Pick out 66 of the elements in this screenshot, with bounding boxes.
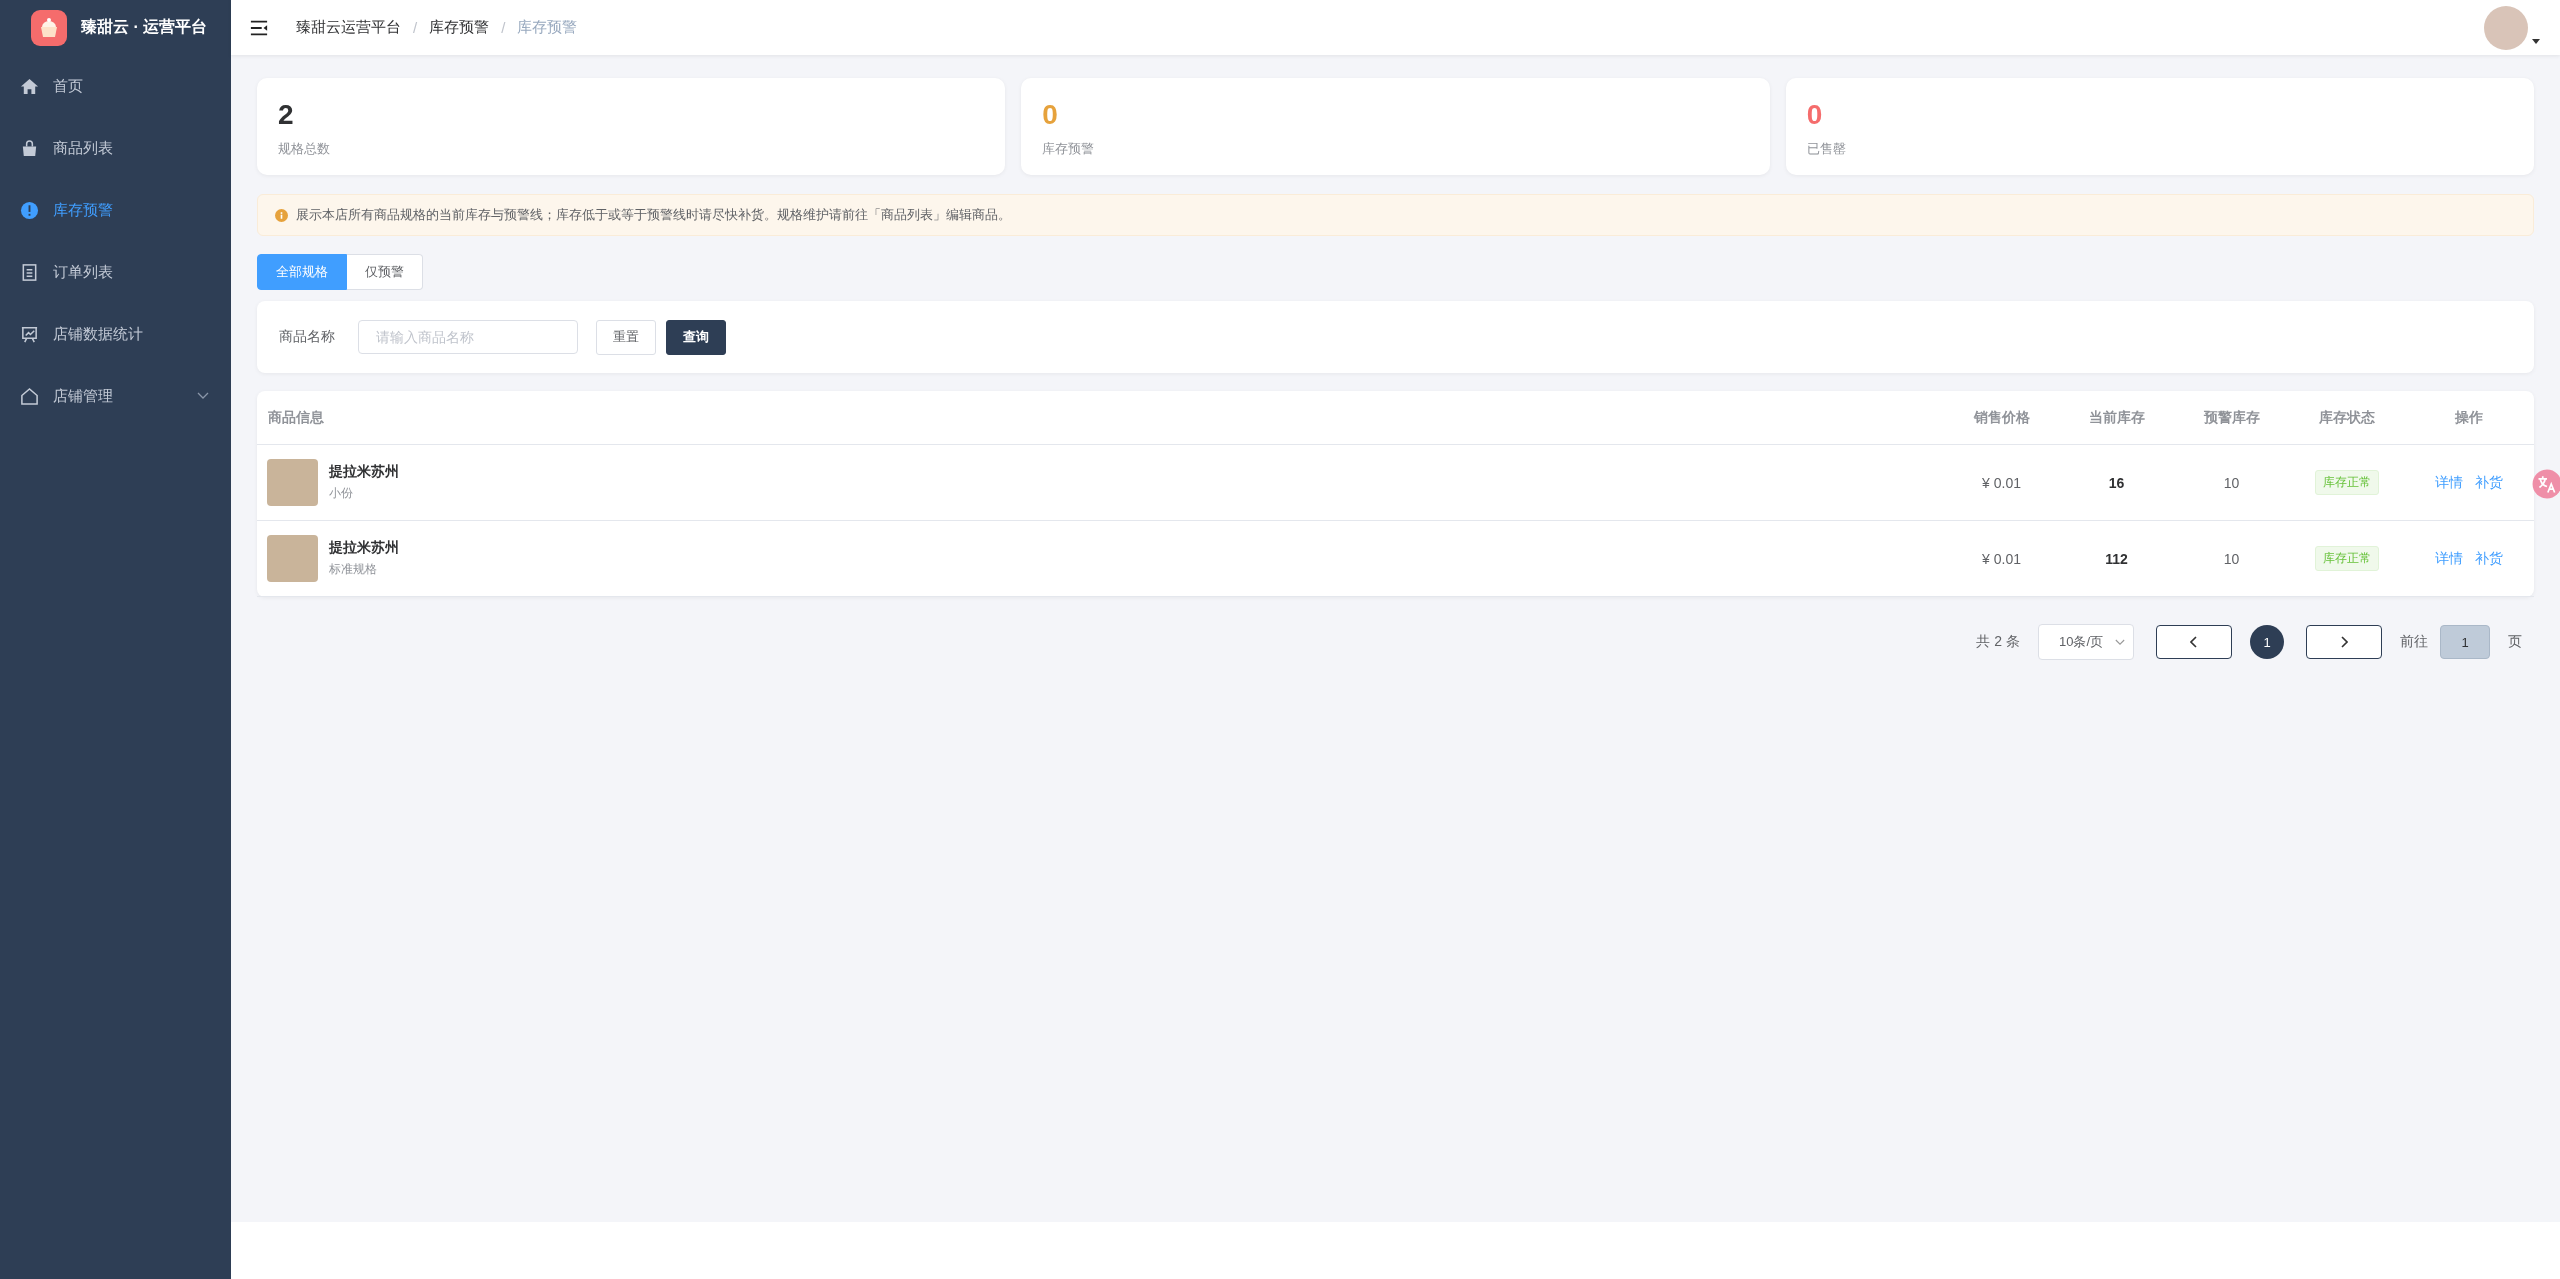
filter-tab[interactable]: 仅预警 xyxy=(347,254,423,290)
previous-page-button[interactable] xyxy=(2156,625,2232,659)
brand-name: 臻甜云 · 运营平台 xyxy=(81,17,208,37)
goto-label: 前往 xyxy=(2400,633,2428,651)
warning-stock-cell: 10 xyxy=(2223,474,2240,491)
total-count: 共 2 条 xyxy=(1976,633,2020,651)
sidebar-item[interactable]: 商品列表 xyxy=(0,117,231,179)
stat-value: 2 xyxy=(278,98,295,132)
sidebar-item[interactable]: 订单列表 xyxy=(0,241,231,303)
sidebar-item[interactable]: 店铺管理 xyxy=(0,365,231,427)
column-header: 库存状态 xyxy=(2317,408,2376,427)
stat-value: 0 xyxy=(1042,98,1059,132)
notice-text: 展示本店所有商品规格的当前库存与预警线；库存低于或等于预警线时请尽快补货。规格维护请前往「商品列表」编辑商品。 xyxy=(296,206,1011,224)
menu-fold-icon[interactable] xyxy=(250,19,268,36)
column-header: 当前库存 xyxy=(2087,408,2146,427)
reset-button[interactable]: 重置 xyxy=(596,319,656,355)
cake-logo-icon xyxy=(31,9,67,46)
caret-icon xyxy=(2532,38,2540,44)
page-input[interactable]: 1 xyxy=(2440,625,2490,659)
product-spec: 标准规格 xyxy=(329,561,378,578)
stat-value: 0 xyxy=(1806,98,1824,132)
status-tag: 库存正常 xyxy=(2314,546,2379,571)
product-name: 提拉米苏州 xyxy=(329,463,399,481)
stat-label: 规格总数 xyxy=(278,140,331,158)
breadcrumb-separator: / xyxy=(413,19,418,36)
column-header: 商品信息 xyxy=(267,408,325,427)
warning-stock-cell: 10 xyxy=(2223,550,2240,567)
document-icon xyxy=(20,262,39,282)
home-icon xyxy=(20,76,39,96)
breadcrumb-separator: / xyxy=(501,19,506,36)
stat-label: 已售罄 xyxy=(1806,140,1847,158)
column-header: 操作 xyxy=(2454,408,2484,427)
sidebar-item[interactable]: 首页 xyxy=(0,55,231,117)
exclamation-icon xyxy=(20,200,39,220)
search-field[interactable]: 请输入商品名称 xyxy=(358,320,578,354)
info-icon xyxy=(275,208,288,222)
stat-label: 库存预警 xyxy=(1042,140,1096,158)
status-tag: 库存正常 xyxy=(2314,470,2379,495)
page-size-select[interactable]: 10条/页 xyxy=(2037,624,2134,660)
next-page-button[interactable] xyxy=(2306,625,2382,659)
product-spec: 小份 xyxy=(329,485,354,502)
page-number[interactable]: 1 xyxy=(2250,625,2284,659)
house-outline-icon xyxy=(20,386,39,406)
bag-icon xyxy=(20,138,39,158)
chevron-right-icon xyxy=(2340,636,2348,648)
stock-cell: 112 xyxy=(2105,550,2128,567)
query-button[interactable]: 查询 xyxy=(666,319,726,355)
product-name: 提拉米苏州 xyxy=(329,539,399,557)
stock-cell: 16 xyxy=(2108,474,2125,491)
breadcrumb-item[interactable]: 臻甜云运营平台 xyxy=(296,18,401,37)
price-cell: ¥ 0.01 xyxy=(1982,474,2021,491)
page-suffix: 页 xyxy=(2508,633,2522,651)
chevron-left-icon xyxy=(2190,636,2198,648)
field-label: 商品名称 xyxy=(279,328,335,346)
chevron-down-icon xyxy=(2115,638,2125,646)
photo-placeholder xyxy=(267,535,318,582)
chart-board-icon xyxy=(20,324,39,344)
sidebar-item[interactable]: 店铺数据统计 xyxy=(0,303,231,365)
price-cell: ¥ 0.01 xyxy=(1982,550,2021,567)
breadcrumb-item: 库存预警 xyxy=(517,18,578,37)
sidebar-item[interactable]: 库存预警 xyxy=(0,179,231,241)
column-header: 预警库存 xyxy=(2202,408,2261,427)
photo-placeholder xyxy=(267,459,318,506)
breadcrumb-item[interactable]: 库存预警 xyxy=(429,18,490,37)
chevron-down-icon xyxy=(197,392,209,400)
column-header: 销售价格 xyxy=(1972,408,2031,427)
